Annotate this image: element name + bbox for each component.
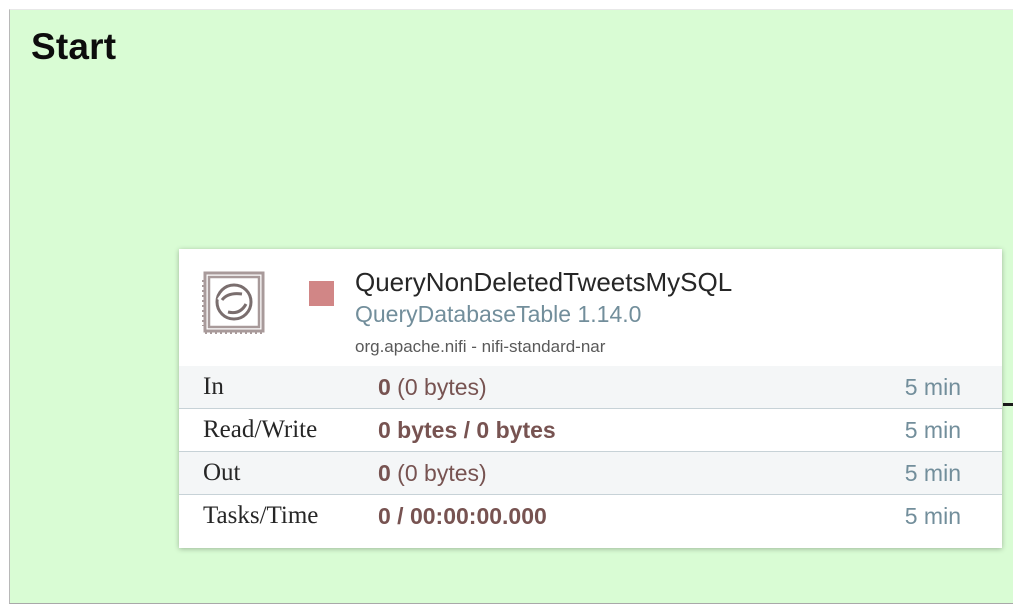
stats-row-tasks-time: Tasks/Time 0 / 00:00:00.000 5 min: [179, 495, 1002, 538]
stats-label-in: In: [203, 373, 224, 400]
stats-window-read-write: 5 min: [904, 417, 961, 443]
processor-stamp-icon: [202, 270, 268, 336]
stats-label-read-write: Read/Write: [203, 416, 318, 443]
stats-window-tasks-time: 5 min: [904, 503, 961, 529]
stats-label-tasks-time: Tasks/Time: [203, 502, 319, 529]
processor-bundle: org.apache.nifi - nifi-standard-nar: [355, 337, 606, 356]
stats-window-out: 5 min: [904, 460, 961, 486]
connection-line[interactable]: [1003, 403, 1013, 406]
processor-component[interactable]: QueryNonDeletedTweetsMySQL QueryDatabase…: [179, 249, 1002, 548]
stats-label-out: Out: [203, 459, 241, 486]
stats-window-in: 5 min: [904, 374, 961, 400]
stats-row-read-write: Read/Write 0 bytes / 0 bytes 5 min: [179, 409, 1002, 452]
stats-value-in: 0 (0 bytes): [378, 374, 487, 400]
stats-value-read-write: 0 bytes / 0 bytes: [378, 417, 556, 443]
flow-canvas[interactable]: Start QueryNonDeletedTweetsMySQL QueryDa…: [0, 0, 1013, 607]
stats-value-tasks-time: 0 / 00:00:00.000: [378, 503, 547, 529]
processor-type: QueryDatabaseTable 1.14.0: [355, 301, 642, 327]
stats-row-out: Out 0 (0 bytes) 5 min: [179, 452, 1002, 495]
processor-name: QueryNonDeletedTweetsMySQL: [355, 267, 733, 297]
process-group-title: Start: [31, 26, 117, 67]
processor-stats-table: In 0 (0 bytes) 5 min Read/Write 0 bytes …: [179, 366, 1002, 538]
stats-value-out: 0 (0 bytes): [378, 460, 487, 486]
stopped-status-icon: [309, 281, 334, 306]
stats-row-in: In 0 (0 bytes) 5 min: [179, 366, 1002, 409]
